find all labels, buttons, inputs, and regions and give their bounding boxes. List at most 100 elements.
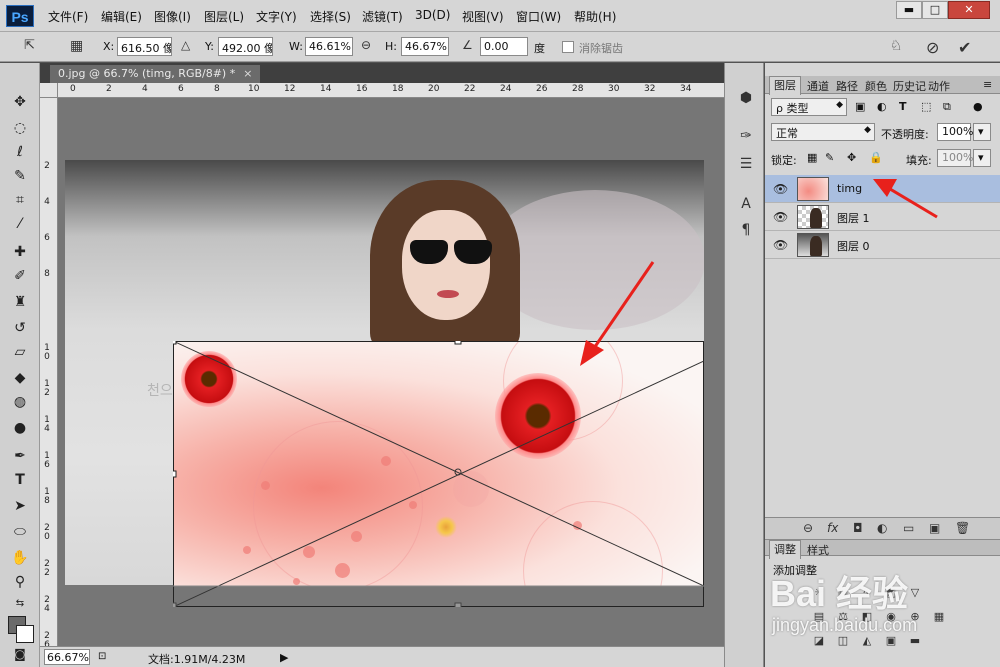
menu-3d[interactable]: 3D(D) xyxy=(415,8,450,22)
height-field[interactable]: 46.67% xyxy=(401,37,449,56)
quick-select-tool-icon[interactable]: ✎ xyxy=(8,165,32,187)
fill-field[interactable]: 100% xyxy=(937,149,973,167)
layer-name[interactable]: timg xyxy=(837,182,862,195)
lock-all-icon[interactable]: 🔒 xyxy=(869,151,883,164)
layer-filter-dropdown[interactable]: ρ 类型 ◆ xyxy=(771,98,847,116)
filter-smart-object-icon[interactable]: ⧉ xyxy=(943,100,951,114)
close-tab-icon[interactable]: × xyxy=(243,67,252,80)
layer-row-0[interactable]: 👁 图层 0 xyxy=(765,231,1000,259)
visibility-eye-icon[interactable]: 👁 xyxy=(773,182,788,196)
tab-actions[interactable]: 动作 xyxy=(928,78,950,94)
3d-panel-icon[interactable]: ⬢ xyxy=(735,87,757,109)
history-brush-icon[interactable]: ↺ xyxy=(8,317,32,339)
opacity-arrow-icon[interactable]: ▾ xyxy=(973,123,991,141)
panel-menu-icon[interactable]: ≡ xyxy=(983,78,992,91)
warp-icon[interactable]: ♘ xyxy=(890,38,903,54)
blend-mode-dropdown[interactable]: 正常 ◆ xyxy=(771,123,875,141)
filter-adjustment-icon[interactable]: ◐ xyxy=(877,100,887,113)
clone-stamp-icon[interactable]: ♜ xyxy=(8,291,32,313)
type-tool-icon[interactable]: T xyxy=(8,469,32,491)
tab-channels[interactable]: 通道 xyxy=(807,78,829,94)
menu-edit[interactable]: 编辑(E) xyxy=(101,8,142,25)
character-panel-icon[interactable]: A xyxy=(735,193,757,215)
brush-presets-icon[interactable]: ☰ xyxy=(735,153,757,175)
brush-tool-icon[interactable]: ✐ xyxy=(8,265,32,287)
filter-pixel-icon[interactable]: ▣ xyxy=(855,100,865,113)
maximize-button[interactable]: □ xyxy=(922,1,948,19)
zoom-field[interactable]: 66.67% xyxy=(44,649,90,665)
layer-name[interactable]: 图层 1 xyxy=(837,210,870,226)
menu-view[interactable]: 视图(V) xyxy=(462,8,504,25)
menu-file[interactable]: 文件(F) xyxy=(48,8,88,25)
relative-position-icon[interactable]: △ xyxy=(181,38,190,52)
fill-arrow-icon[interactable]: ▾ xyxy=(973,149,991,167)
crop-tool-icon[interactable]: ⌗ xyxy=(8,189,32,211)
healing-brush-icon[interactable]: ✚ xyxy=(8,241,32,263)
new-layer-icon[interactable]: ▣ xyxy=(929,521,940,535)
tab-color[interactable]: 颜色 xyxy=(865,78,887,94)
visibility-eye-icon[interactable]: 👁 xyxy=(773,210,788,224)
vertical-ruler[interactable]: 2 4 6 8 1 0 1 2 1 4 1 6 1 8 2 0 2 2 2 4 … xyxy=(40,98,58,646)
menu-type[interactable]: 文字(Y) xyxy=(256,8,297,25)
paint-bucket-icon[interactable]: ◆ xyxy=(8,367,32,389)
add-mask-icon[interactable]: ◘ xyxy=(853,521,863,535)
pen-tool-icon[interactable]: ✒ xyxy=(8,445,32,467)
timg-layer-image[interactable] xyxy=(173,341,704,586)
opacity-field[interactable]: 100% xyxy=(937,123,973,141)
dodge-tool-icon[interactable]: ● xyxy=(8,417,32,439)
width-field[interactable]: 46.61% xyxy=(305,37,353,56)
fx-icon[interactable]: fx xyxy=(827,521,838,535)
tab-paths[interactable]: 路径 xyxy=(836,78,858,94)
document-tab[interactable]: 0.jpg @ 66.7% (timg, RGB/8#) * × xyxy=(50,65,261,83)
background-color-swatch[interactable] xyxy=(16,625,34,643)
menu-layer[interactable]: 图层(L) xyxy=(204,8,244,25)
hand-tool-icon[interactable]: ✋ xyxy=(8,547,32,569)
antialias-checkbox[interactable] xyxy=(562,41,574,53)
menu-filter[interactable]: 滤镜(T) xyxy=(362,8,403,25)
lock-image-icon[interactable]: ✎ xyxy=(825,151,834,164)
lock-position-icon[interactable]: ✥ xyxy=(847,151,856,164)
x-field[interactable]: 616.50 像 xyxy=(117,37,172,56)
menu-select[interactable]: 选择(S) xyxy=(310,8,351,25)
lock-transparent-icon[interactable]: ▦ xyxy=(807,151,817,164)
status-icon[interactable]: ⊡ xyxy=(98,651,106,662)
new-group-icon[interactable]: ▭ xyxy=(903,521,914,535)
reference-point-icon[interactable]: ▦ xyxy=(70,38,83,54)
eraser-tool-icon[interactable]: ▱ xyxy=(8,341,32,363)
cancel-transform-icon[interactable]: ⊘ xyxy=(926,38,939,57)
path-select-icon[interactable]: ➤ xyxy=(8,495,32,517)
y-field[interactable]: 492.00 像 xyxy=(218,37,273,56)
new-adjustment-icon[interactable]: ◐ xyxy=(877,521,887,535)
canvas-area[interactable]: 천으 xyxy=(58,98,724,646)
layer-name[interactable]: 图层 0 xyxy=(837,238,870,254)
menu-help[interactable]: 帮助(H) xyxy=(574,8,616,25)
ellipse-tool-icon[interactable]: ⬭ xyxy=(8,521,32,543)
filter-toggle-icon[interactable]: ● xyxy=(973,100,983,113)
paragraph-panel-icon[interactable]: ¶ xyxy=(735,219,757,241)
filter-shape-icon[interactable]: ⬚ xyxy=(921,100,931,113)
menu-window[interactable]: 窗口(W) xyxy=(516,8,561,25)
quick-mask-icon[interactable]: ◙ xyxy=(8,643,32,665)
filter-type-icon[interactable]: T xyxy=(899,100,907,113)
marquee-tool-icon[interactable]: ◌ xyxy=(8,117,32,139)
swap-colors-icon[interactable]: ⇆ xyxy=(8,593,32,615)
link-icon[interactable]: ⊖ xyxy=(361,38,371,52)
delete-layer-icon[interactable]: 🗑 xyxy=(955,521,970,535)
horizontal-ruler[interactable]: 0 2 4 6 8 10 12 14 16 18 20 22 24 26 28 … xyxy=(58,83,724,98)
move-transform-icon[interactable]: ⇱ xyxy=(24,38,35,53)
lasso-tool-icon[interactable]: ℓ xyxy=(8,141,32,163)
commit-transform-icon[interactable]: ✔ xyxy=(958,38,971,57)
close-window-button[interactable]: ✕ xyxy=(948,1,990,19)
tab-layers[interactable]: 图层 xyxy=(769,76,801,95)
visibility-eye-icon[interactable]: 👁 xyxy=(773,238,788,252)
menu-image[interactable]: 图像(I) xyxy=(154,8,191,25)
link-layers-icon[interactable]: ⊖ xyxy=(803,521,813,535)
eyedropper-tool-icon[interactable]: ⁄ xyxy=(8,213,32,235)
blur-tool-icon[interactable]: ◍ xyxy=(8,391,32,413)
zoom-tool-icon[interactable]: ⚲ xyxy=(8,571,32,593)
move-tool-icon[interactable]: ✥ xyxy=(8,91,32,113)
angle-field[interactable]: 0.00 xyxy=(480,37,528,56)
tab-history[interactable]: 历史记 xyxy=(893,78,926,94)
brush-panel-icon[interactable]: ✑ xyxy=(735,125,757,147)
minimize-button[interactable]: ▬ xyxy=(896,1,922,19)
